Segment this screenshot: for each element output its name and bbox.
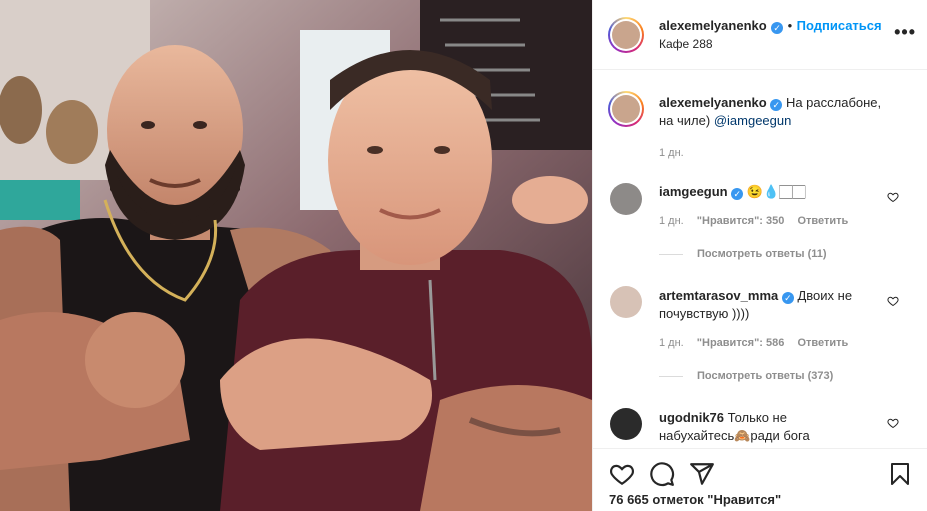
- comment-text-line1: Двоих не: [797, 288, 853, 303]
- comment-time[interactable]: 1 дн.: [659, 337, 684, 349]
- comment-time[interactable]: 1 дн.: [659, 215, 684, 227]
- comment-like-heart-icon[interactable]: [887, 417, 899, 429]
- post-side-panel: alexemelyanenko ✓ • Подписаться Кафе 288…: [592, 0, 927, 511]
- comment-meta: 1 дн. "Нравится": 586 Ответить: [659, 337, 848, 349]
- comment-icon[interactable]: [649, 461, 675, 487]
- replies-divider: [659, 253, 683, 255]
- bookmark-icon[interactable]: [888, 461, 912, 487]
- separator-bullet: •: [787, 18, 793, 33]
- follow-button[interactable]: Подписаться: [797, 18, 882, 33]
- comment-avatar[interactable]: [610, 286, 642, 318]
- reply-button[interactable]: Ответить: [797, 337, 848, 349]
- comment-text: 😉💧🏻🏻: [746, 184, 806, 199]
- verified-icon: ✓: [781, 292, 794, 304]
- caption-time[interactable]: 1 дн.: [659, 147, 684, 159]
- comment-username[interactable]: iamgeegun: [659, 184, 728, 199]
- comment-text-line1: Только не: [727, 410, 787, 425]
- comment-text-line2: набухайтесь🙈ради бога: [659, 428, 810, 443]
- comment-meta: 1 дн. "Нравится": 350 Ответить: [659, 215, 848, 227]
- comment-like-heart-icon[interactable]: [887, 295, 899, 307]
- caption: alexemelyanenko ✓ На расслабоне, на чиле…: [659, 94, 909, 130]
- post-header: alexemelyanenko ✓ • Подписаться Кафе 288…: [593, 0, 927, 70]
- author-avatar[interactable]: [608, 17, 644, 53]
- caption-mention-link[interactable]: @iamgeegun: [714, 113, 792, 128]
- comment-text-line2: почувствую )))): [659, 306, 750, 321]
- verified-icon: ✓: [771, 22, 784, 34]
- post-photo-illustration: [0, 0, 592, 511]
- replies-divider: [659, 375, 683, 377]
- view-replies-label: Посмотреть ответы (373): [697, 370, 834, 382]
- comment-username[interactable]: ugodnik76: [659, 410, 724, 425]
- caption-author-avatar[interactable]: [608, 91, 644, 127]
- author-username[interactable]: alexemelyanenko: [659, 18, 767, 33]
- caption-author-username[interactable]: alexemelyanenko: [659, 95, 767, 110]
- view-replies-button[interactable]: Посмотреть ответы (11): [659, 248, 827, 260]
- verified-icon: ✓: [731, 188, 744, 200]
- comment-avatar[interactable]: [610, 408, 642, 440]
- comment-likes-count[interactable]: "Нравится": 586: [697, 337, 785, 349]
- view-replies-button[interactable]: Посмотреть ответы (373): [659, 370, 833, 382]
- reply-button[interactable]: Ответить: [797, 215, 848, 227]
- comment-avatar[interactable]: [610, 183, 642, 215]
- verified-icon: ✓: [770, 99, 783, 111]
- heart-icon[interactable]: [609, 461, 635, 487]
- view-replies-label: Посмотреть ответы (11): [697, 248, 827, 260]
- comment-item: iamgeegun ✓ 😉💧🏻🏻: [659, 183, 805, 201]
- post-photo[interactable]: [0, 0, 592, 511]
- comment-item: artemtarasov_mma ✓ Двоих не почувствую )…: [659, 287, 909, 323]
- comment-username[interactable]: artemtarasov_mma: [659, 288, 778, 303]
- share-icon[interactable]: [689, 461, 715, 487]
- more-options-icon[interactable]: •••: [894, 22, 916, 43]
- caption-text-line1: На расслабоне,: [785, 95, 882, 110]
- likes-count[interactable]: 76 665 отметок "Нравится": [609, 492, 781, 507]
- post-location[interactable]: Кафе 288: [659, 37, 713, 51]
- comment-item: ugodnik76 Только не набухайтесь🙈ради бог…: [659, 409, 909, 445]
- caption-text-line2: на чиле): [659, 113, 711, 128]
- comment-likes-count[interactable]: "Нравится": 350: [697, 215, 785, 227]
- comment-like-heart-icon[interactable]: [887, 191, 899, 203]
